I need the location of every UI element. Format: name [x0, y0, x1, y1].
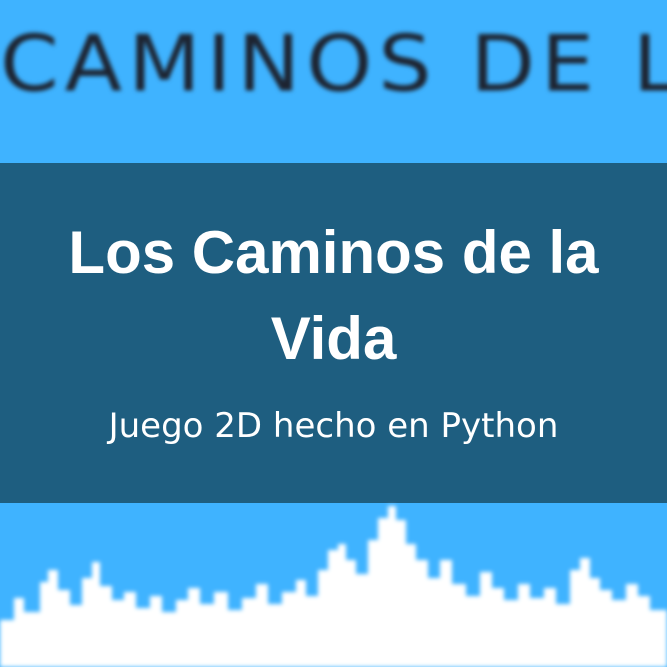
- cover-image: CAMINOS DE LA Los Caminos de la Vida Jue…: [0, 0, 667, 667]
- page-title: Los Caminos de la Vida: [68, 219, 599, 372]
- game-logo-text: CAMINOS DE LA: [0, 18, 667, 110]
- page-subtitle: Juego 2D hecho en Python: [108, 406, 559, 446]
- city-skyline-graphic: [0, 506, 667, 667]
